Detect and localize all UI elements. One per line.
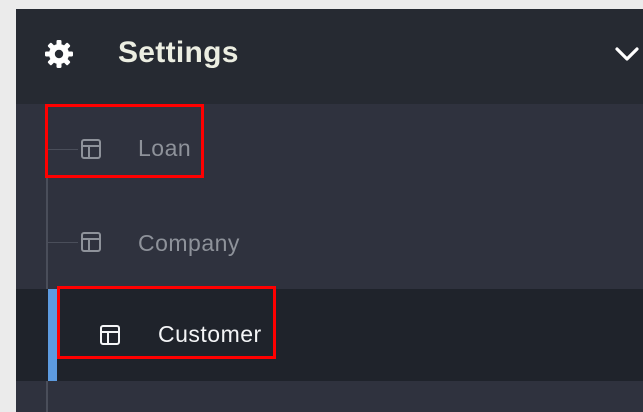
- tree-connector: [48, 242, 78, 243]
- table-layout-icon: [81, 232, 101, 252]
- highlight-box-customer: [57, 286, 276, 359]
- highlight-box-loan: [45, 104, 204, 178]
- gear-icon: [45, 40, 73, 68]
- chevron-down-icon[interactable]: [613, 44, 643, 64]
- active-indicator: [48, 289, 57, 381]
- window-frame-left: [0, 0, 16, 412]
- settings-header[interactable]: Settings: [16, 9, 643, 104]
- menu-item-label: Company: [138, 230, 240, 256]
- settings-title: Settings: [118, 36, 239, 69]
- window-frame-top: [0, 0, 643, 9]
- menu-item-company[interactable]: Company: [16, 197, 643, 289]
